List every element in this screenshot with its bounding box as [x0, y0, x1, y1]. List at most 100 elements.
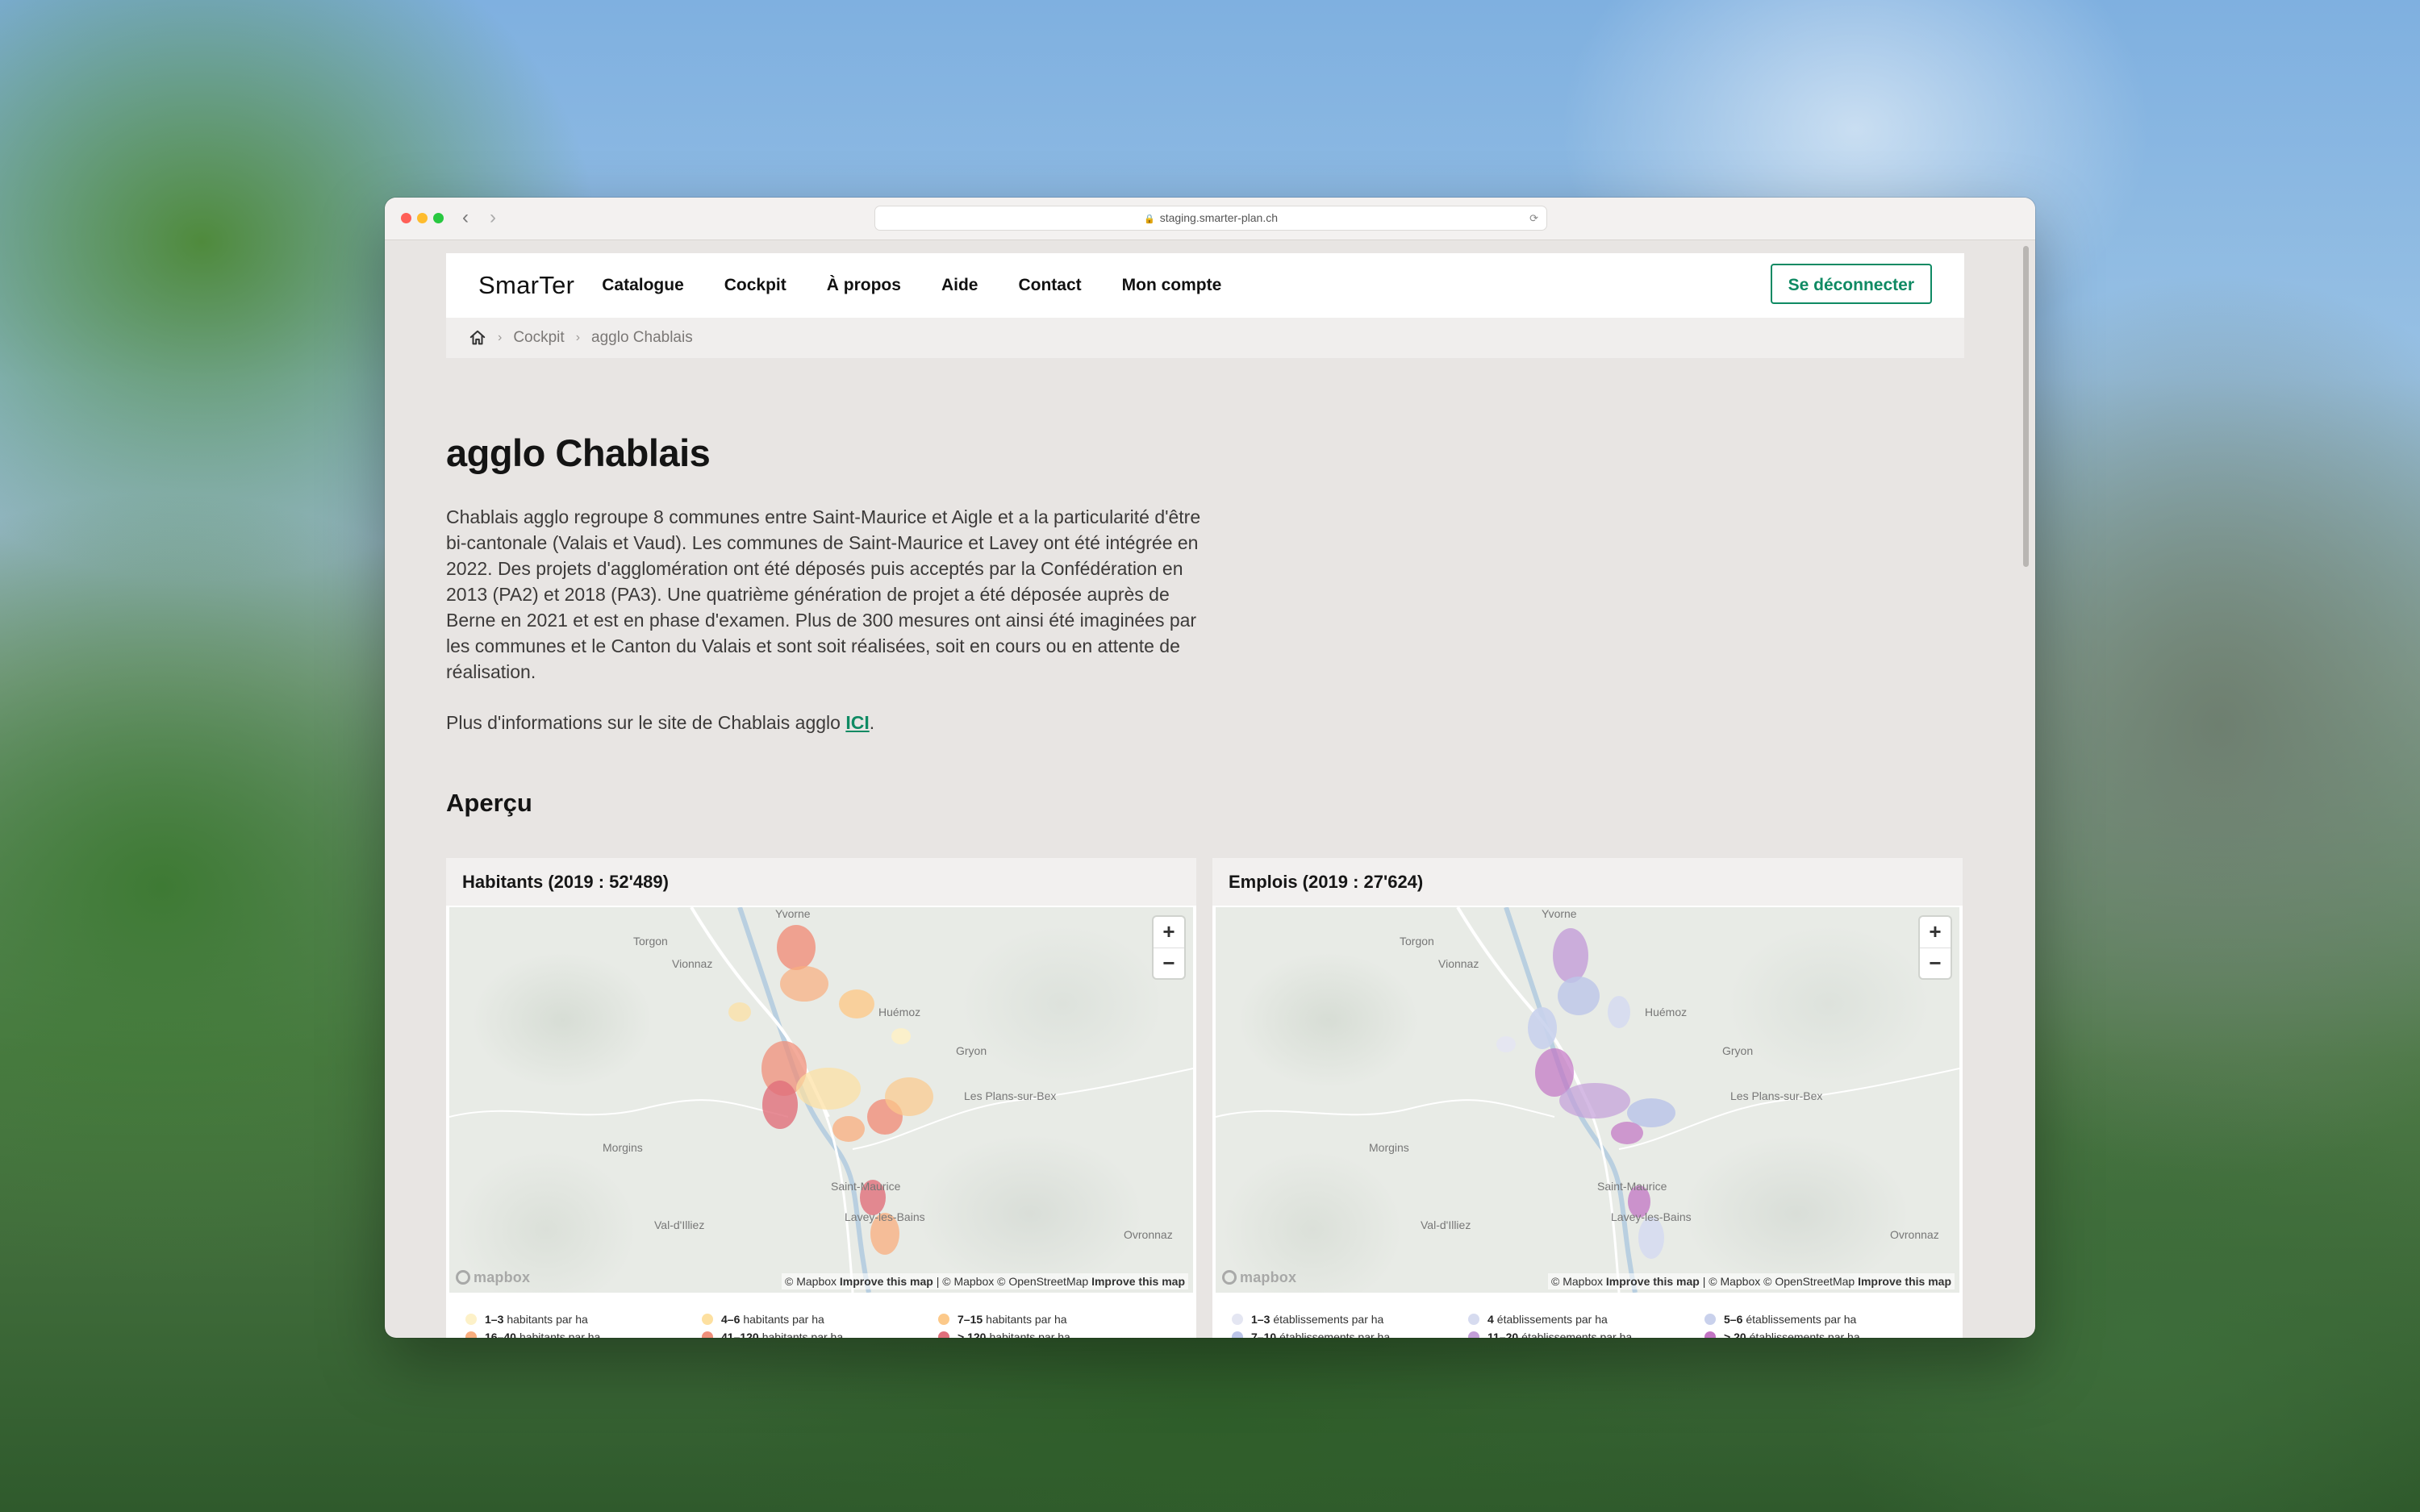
legend-item: 7–15 habitants par ha — [938, 1313, 1175, 1326]
nav-aide[interactable]: Aide — [941, 276, 978, 295]
zoom-out-button[interactable]: − — [1920, 948, 1951, 979]
place-label: Ovronnaz — [1890, 1228, 1939, 1241]
minimize-window-button[interactable] — [417, 213, 428, 223]
back-arrow-icon[interactable]: ‹ — [462, 207, 469, 228]
legend-swatch — [702, 1331, 713, 1338]
card-title: Habitants (2019 : 52'489) — [446, 858, 1196, 906]
legend-unit: établissements par ha — [1746, 1313, 1857, 1326]
nav-contact[interactable]: Contact — [1018, 276, 1081, 295]
place-label: Les Plans-sur-Bex — [964, 1089, 1057, 1102]
zoom-control: + − — [1920, 917, 1951, 978]
place-label: Lavey-les-Bains — [845, 1210, 925, 1223]
section-title: Aperçu — [446, 789, 532, 817]
site-logo[interactable]: SmarTer — [478, 271, 574, 300]
legend-swatch — [938, 1314, 949, 1325]
nav-mon-compte[interactable]: Mon compte — [1122, 276, 1222, 295]
place-label: Torgon — [633, 935, 668, 948]
habitants-map[interactable]: Yvorne Torgon Vionnaz Huémoz Gryon Les P… — [449, 907, 1193, 1293]
map-base-layer — [449, 907, 1193, 1293]
legend-unit: habitants par ha — [986, 1313, 1067, 1326]
place-label: Saint-Maurice — [1597, 1180, 1667, 1193]
legend-item: 11–20 établissements par ha — [1468, 1331, 1704, 1338]
legend-range: 1–3 — [1251, 1313, 1270, 1326]
intro-paragraph: Chablais agglo regroupe 8 communes entre… — [446, 506, 1201, 682]
breadcrumb-current: agglo Chablais — [591, 329, 693, 346]
legend-range: 41–120 — [721, 1331, 759, 1338]
legend-swatch — [702, 1314, 713, 1325]
mapbox-icon — [1222, 1270, 1237, 1285]
legend-swatch — [1704, 1314, 1716, 1325]
legend-swatch — [1468, 1314, 1479, 1325]
place-label: Yvorne — [1542, 907, 1577, 920]
legend-item: 41–120 habitants par ha — [702, 1331, 938, 1338]
mapbox-logo-text: mapbox — [1240, 1269, 1297, 1285]
mapbox-logo[interactable]: mapbox — [1222, 1269, 1296, 1286]
legend-swatch — [1468, 1331, 1479, 1338]
attrib-text: © Mapbox — [785, 1275, 840, 1288]
legend-range: > 20 — [1724, 1331, 1746, 1338]
improve-map-link[interactable]: Improve this map — [1091, 1275, 1185, 1288]
legend-item: 5–6 établissements par ha — [1704, 1313, 1941, 1326]
reload-icon[interactable]: ⟳ — [1529, 206, 1538, 230]
forward-arrow-icon[interactable]: › — [490, 207, 496, 228]
legend-item: 4 établissements par ha — [1468, 1313, 1704, 1326]
emplois-card: Emplois (2019 : 27'624) Yvorne Torgon Vi… — [1212, 858, 1963, 1338]
more-info-text: Plus d'informations sur le site de Chabl… — [446, 712, 874, 734]
card-title: Emplois (2019 : 27'624) — [1212, 858, 1963, 906]
place-label: Morgins — [603, 1141, 643, 1154]
home-icon[interactable] — [469, 329, 486, 347]
close-window-button[interactable] — [401, 213, 411, 223]
logout-button[interactable]: Se déconnecter — [1770, 264, 1932, 304]
emplois-legend: 1–3 établissements par ha 4 établissements… — [1232, 1313, 1942, 1338]
fullscreen-window-button[interactable] — [433, 213, 444, 223]
place-label: Val-d'Illiez — [654, 1218, 705, 1231]
mapbox-logo[interactable]: mapbox — [456, 1269, 530, 1286]
legend-range: 4–6 — [721, 1313, 741, 1326]
legend-item: 1–3 établissements par ha — [1232, 1313, 1468, 1326]
more-info-label: Plus d'informations sur le site de Chabl… — [446, 712, 846, 733]
page-scrollbar[interactable] — [2023, 246, 2029, 567]
place-label: Vionnaz — [672, 957, 713, 970]
place-label: Saint-Maurice — [831, 1180, 901, 1193]
zoom-in-button[interactable]: + — [1154, 917, 1184, 948]
legend-unit: établissements par ha — [1273, 1313, 1384, 1326]
nav-a-propos[interactable]: À propos — [827, 276, 901, 295]
emplois-map[interactable]: Yvorne Torgon Vionnaz Huémoz Gryon Les P… — [1216, 907, 1959, 1293]
legend-unit: habitants par ha — [743, 1313, 824, 1326]
address-bar[interactable]: 🔒 staging.smarter-plan.ch ⟳ — [874, 206, 1547, 231]
legend-unit: habitants par ha — [507, 1313, 588, 1326]
place-label: Morgins — [1369, 1141, 1409, 1154]
place-label: Torgon — [1400, 935, 1434, 948]
legend-range: > 120 — [958, 1331, 987, 1338]
improve-map-link[interactable]: Improve this map — [1606, 1275, 1700, 1288]
url-text: staging.smarter-plan.ch — [1159, 211, 1278, 224]
place-label: Huémoz — [878, 1006, 921, 1018]
place-label: Val-d'Illiez — [1421, 1218, 1471, 1231]
mapbox-logo-text: mapbox — [474, 1269, 531, 1285]
zoom-out-button[interactable]: − — [1154, 948, 1184, 979]
place-label: Lavey-les-Bains — [1611, 1210, 1692, 1223]
improve-map-link[interactable]: Improve this map — [1858, 1275, 1951, 1288]
more-info-link[interactable]: ICI — [845, 712, 869, 733]
improve-map-link[interactable]: Improve this map — [840, 1275, 933, 1288]
zoom-in-button[interactable]: + — [1920, 917, 1951, 948]
breadcrumb-cockpit[interactable]: Cockpit — [513, 329, 564, 347]
map-attribution: © Mapbox Improve this map | © Mapbox © O… — [1548, 1273, 1955, 1289]
page-content: SmarTer Catalogue Cockpit À propos Aide … — [385, 240, 2035, 1338]
legend-swatch — [1232, 1331, 1243, 1338]
legend-range: 4 — [1487, 1313, 1494, 1326]
nav-cockpit[interactable]: Cockpit — [724, 276, 786, 295]
place-label: Les Plans-sur-Bex — [1730, 1089, 1823, 1102]
chevron-right-icon: › — [575, 331, 581, 344]
attrib-text: © Mapbox — [1551, 1275, 1606, 1288]
place-label: Gryon — [1722, 1044, 1754, 1057]
legend-item: > 120 habitants par ha — [938, 1331, 1175, 1338]
legend-swatch — [465, 1331, 477, 1338]
attrib-text: | © Mapbox © OpenStreetMap — [1699, 1275, 1859, 1288]
legend-item: > 20 établissements par ha — [1704, 1331, 1941, 1338]
nav-catalogue[interactable]: Catalogue — [602, 276, 684, 295]
legend-unit: établissements par ha — [1749, 1331, 1860, 1338]
legend-range: 7–15 — [958, 1313, 983, 1326]
legend-swatch — [938, 1331, 949, 1338]
mapbox-icon — [456, 1270, 470, 1285]
